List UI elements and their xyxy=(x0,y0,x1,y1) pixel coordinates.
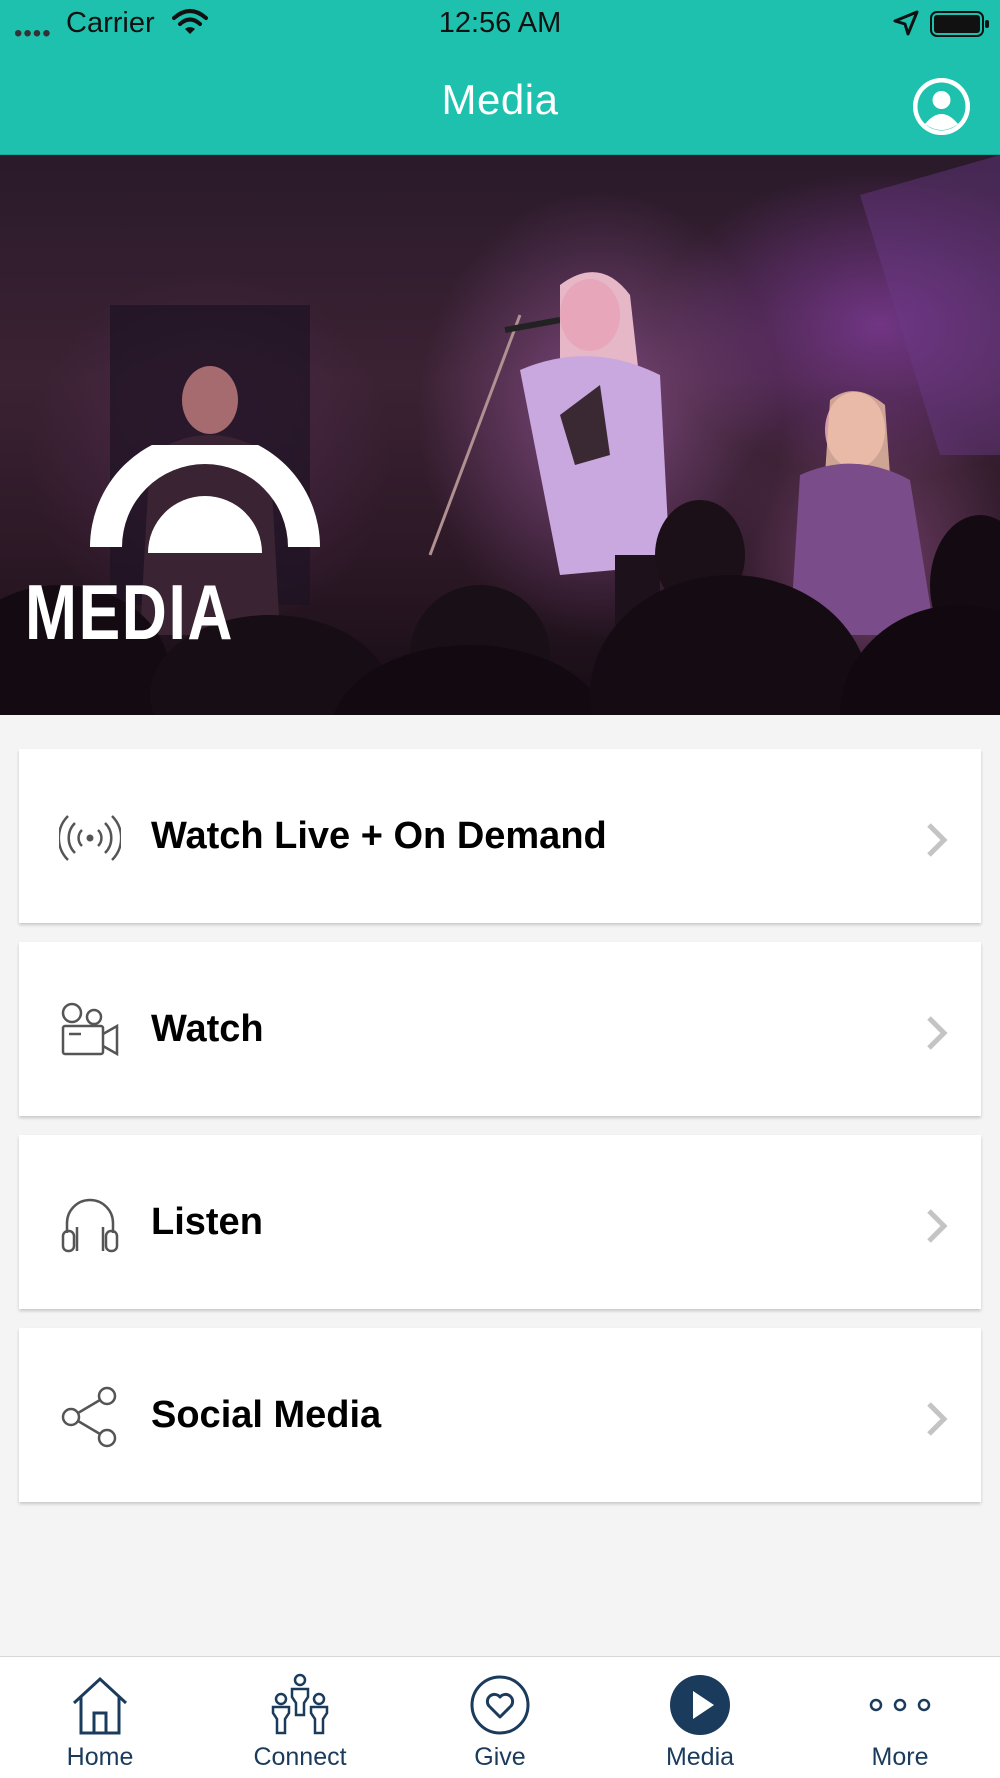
play-icon xyxy=(670,1675,730,1735)
more-icon xyxy=(869,1698,931,1712)
menu-item-listen[interactable]: Listen xyxy=(19,1135,981,1309)
menu-item-watch[interactable]: Watch xyxy=(19,942,981,1116)
menu-item-watch-live[interactable]: Watch Live + On Demand xyxy=(19,749,981,923)
user-avatar-icon xyxy=(913,78,970,135)
tab-media[interactable]: Media xyxy=(600,1657,800,1778)
tab-label: Give xyxy=(474,1743,526,1771)
people-icon xyxy=(271,1673,329,1735)
chevron-right-icon xyxy=(927,1402,948,1436)
menu-item-label: Watch Live + On Demand xyxy=(151,815,607,857)
battery-icon xyxy=(930,11,990,45)
chevron-right-icon xyxy=(927,823,948,857)
heart-icon xyxy=(470,1675,530,1735)
tab-home[interactable]: Home xyxy=(0,1657,200,1778)
hero-banner: MEDIA xyxy=(0,155,1000,715)
media-logo-text: MEDIA xyxy=(25,568,235,656)
menu-item-label: Listen xyxy=(151,1201,263,1243)
status-time: 12:56 AM xyxy=(438,7,562,39)
live-broadcast-icon xyxy=(59,815,121,861)
location-arrow-icon xyxy=(893,10,919,44)
share-icon xyxy=(61,1386,117,1448)
tab-label: More xyxy=(871,1743,929,1771)
tab-label: Media xyxy=(665,1743,735,1771)
tab-more[interactable]: More xyxy=(800,1657,1000,1778)
home-icon xyxy=(72,1676,128,1735)
chevron-right-icon xyxy=(927,1016,948,1050)
tab-give[interactable]: Give xyxy=(400,1657,600,1778)
tab-bar: Home Connect Give Media More xyxy=(0,1656,1000,1778)
menu-item-label: Social Media xyxy=(151,1394,382,1436)
tab-connect[interactable]: Connect xyxy=(200,1657,400,1778)
tab-label: Home xyxy=(66,1743,134,1771)
menu-item-social-media[interactable]: Social Media xyxy=(19,1328,981,1502)
tab-label: Connect xyxy=(253,1743,347,1771)
menu-item-label: Watch xyxy=(151,1008,264,1050)
video-camera-icon xyxy=(61,1002,119,1057)
chevron-right-icon xyxy=(927,1209,948,1243)
page-title: Media xyxy=(441,76,559,123)
app-header: •••• Carrier 12:56 AM Media xyxy=(0,0,1000,155)
profile-button[interactable] xyxy=(913,78,970,135)
headphones-icon xyxy=(61,1198,119,1253)
status-bar: •••• Carrier 12:56 AM xyxy=(0,0,1000,48)
